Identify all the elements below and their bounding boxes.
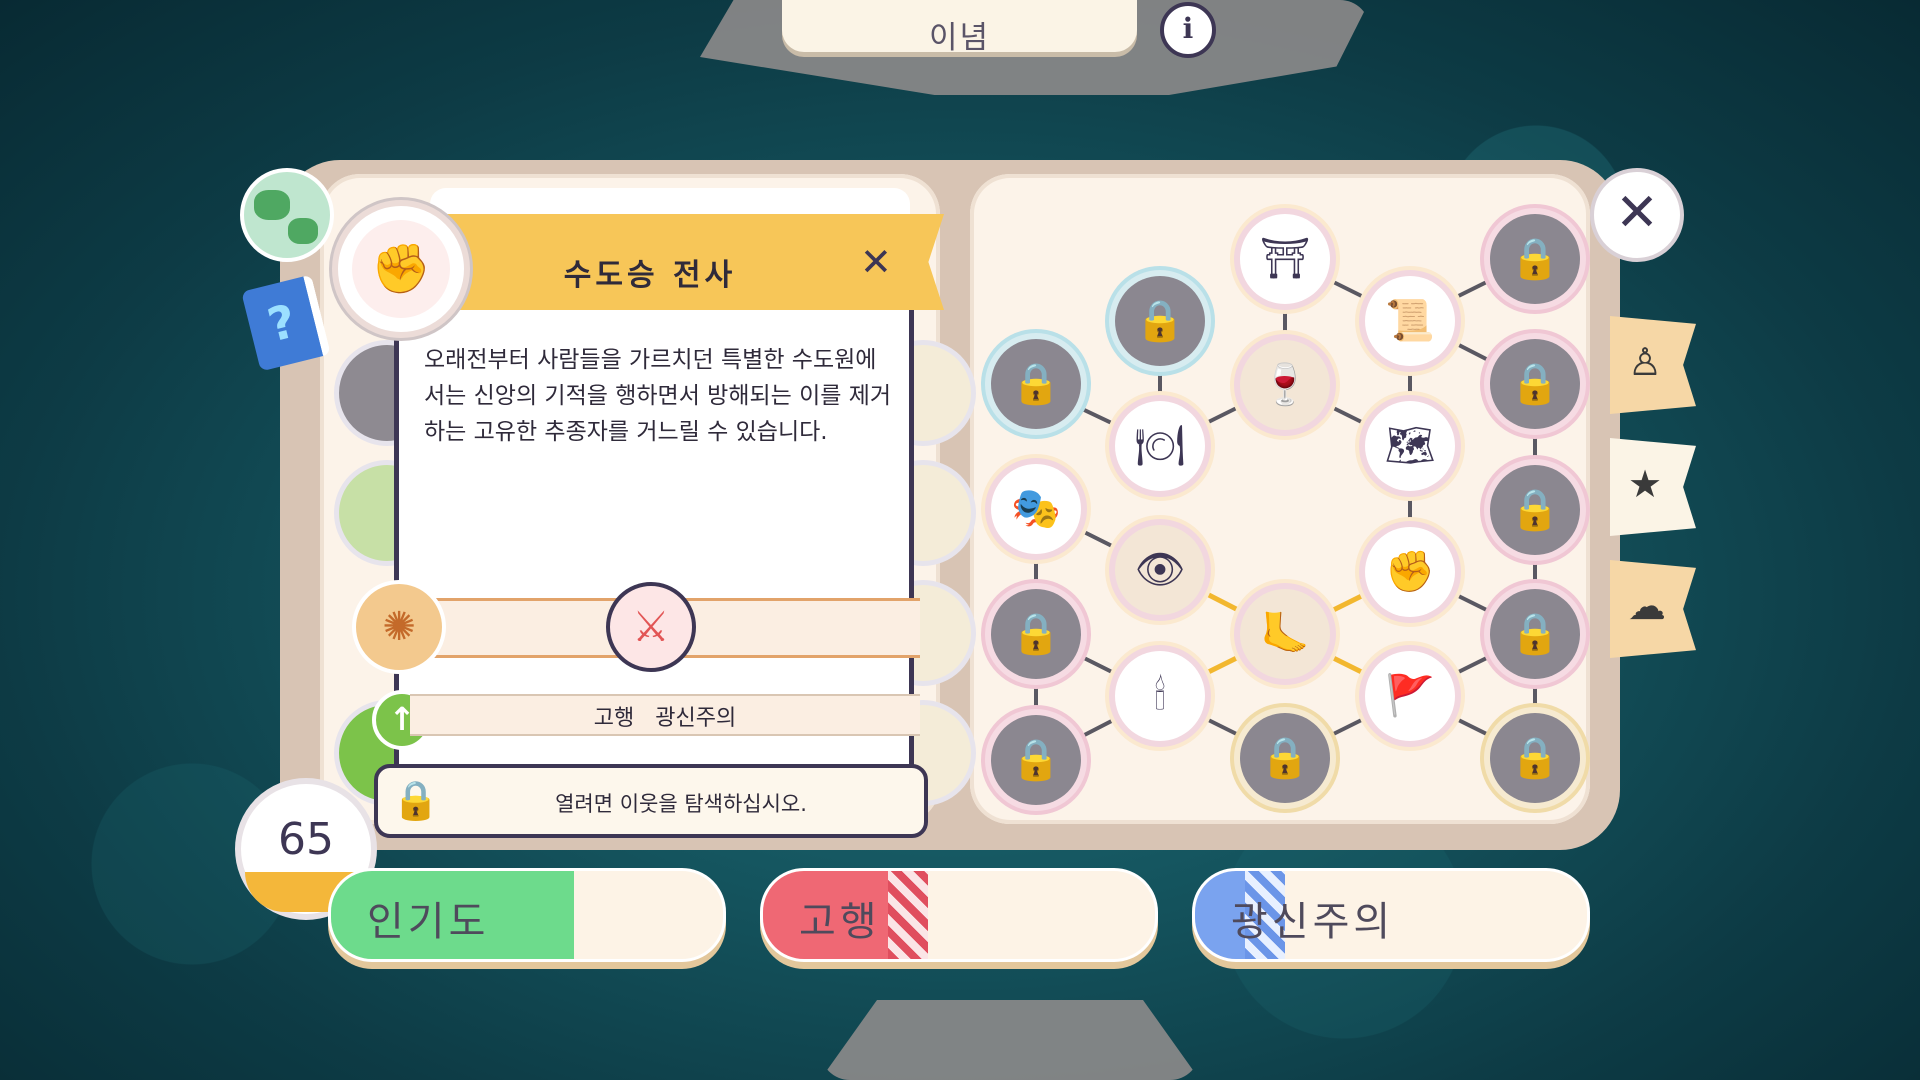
- info-icon[interactable]: i: [1160, 2, 1216, 58]
- lock-icon: 🔒: [1510, 611, 1560, 657]
- requirements-text: 고행 광신주의: [593, 706, 737, 731]
- close-icon[interactable]: ✕: [860, 240, 892, 284]
- eye-icon: 👁: [1134, 547, 1186, 593]
- ideology-title: 이념: [928, 20, 991, 56]
- banner-node[interactable]: 🚩: [1365, 651, 1455, 741]
- lock-icon: 🔒: [1510, 361, 1560, 407]
- unlock-hint-text: 열려면 이웃을 탐색하십시오.: [555, 792, 807, 816]
- island-bottom: [820, 1000, 1200, 1080]
- lock-icon: 🔒: [1510, 487, 1560, 533]
- banner-icon: 🚩: [1385, 673, 1435, 719]
- fist-node[interactable]: ✊: [1365, 527, 1455, 617]
- tab-saint[interactable]: ♙: [1610, 316, 1696, 414]
- lock-icon: 🔒: [1135, 298, 1185, 344]
- close-book-button[interactable]: ✕: [1590, 168, 1684, 262]
- globe-land: [288, 218, 318, 244]
- tablets-node[interactable]: 📜: [1365, 276, 1455, 366]
- globe-icon[interactable]: [240, 168, 334, 262]
- candle-node[interactable]: 🕯: [1115, 651, 1205, 741]
- asceticism-bar: 고행: [760, 868, 1158, 962]
- locked-skill-node[interactable]: 🔒: [991, 339, 1081, 429]
- detail-description: 오래전부터 사람들을 가르치던 특별한 수도원에서는 신앙의 기적을 행하면서 …: [424, 347, 892, 445]
- tab-weather[interactable]: ☁: [1610, 560, 1696, 658]
- map-star-node[interactable]: 🗺: [1365, 401, 1455, 491]
- tablets-icon: 📜: [1385, 298, 1435, 344]
- locked-skull-node[interactable]: 🔒: [991, 715, 1081, 805]
- popularity-bar: 인기도: [328, 868, 726, 962]
- shrine-node[interactable]: ⛩: [1240, 214, 1330, 304]
- pilgrim-foot-node[interactable]: 🦶: [1240, 589, 1330, 679]
- star-icon: ★: [1628, 462, 1663, 506]
- locked-book-node[interactable]: 🔒: [1490, 339, 1580, 429]
- fist-icon: ✊: [352, 220, 450, 318]
- map-icon: 🗺: [1384, 423, 1436, 469]
- crack-icon: ✺: [352, 580, 446, 674]
- mask-node[interactable]: 🎭: [991, 464, 1081, 554]
- lock-icon: 🔒: [1510, 236, 1560, 282]
- foot-icon: 🦶: [1260, 611, 1310, 657]
- locked-wings-node[interactable]: 🔒: [1490, 589, 1580, 679]
- saint-icon: ♙: [1628, 340, 1663, 384]
- globe-land: [254, 190, 290, 220]
- follower-count: 65: [278, 814, 334, 865]
- locked-shield-node[interactable]: 🔒: [1490, 465, 1580, 555]
- fanaticism-bar: 광신주의: [1192, 868, 1590, 962]
- fist-icon: ✊: [1385, 549, 1435, 595]
- locked-bowl-node[interactable]: 🔒: [991, 589, 1081, 679]
- stat-stripe: [888, 871, 928, 959]
- lock-icon: 🔒: [1011, 737, 1061, 783]
- asceticism-label: 고행: [799, 899, 881, 945]
- popularity-label: 인기도: [367, 899, 490, 945]
- plate-cross-icon: 🍽: [1134, 423, 1186, 469]
- monk-warrior-portrait: ✊: [332, 200, 470, 338]
- unlock-hint-bar: 🔒 열려면 이웃을 탐색하십시오.: [374, 764, 928, 838]
- crossed-swords-icon[interactable]: ⚔: [606, 582, 696, 672]
- crown-of-thorns-node[interactable]: 🔒: [1115, 276, 1205, 366]
- lock-icon: 🔒: [1011, 611, 1061, 657]
- all-seeing-eye-node[interactable]: 👁: [1115, 525, 1205, 615]
- candle-icon: 🕯: [1154, 673, 1166, 719]
- locked-statue-node[interactable]: 🔒: [1240, 713, 1330, 803]
- shrine-icon: ⛩: [1259, 236, 1311, 282]
- locked-sun-node[interactable]: 🔒: [1490, 713, 1580, 803]
- tab-star[interactable]: ★: [1610, 438, 1696, 536]
- lock-icon: 🔒: [1011, 361, 1061, 407]
- fasting-node[interactable]: 🍽: [1115, 401, 1205, 491]
- detail-title: 수도승 전사: [563, 258, 737, 293]
- lock-icon: 🔒: [1510, 735, 1560, 781]
- weather-icon: ☁: [1628, 584, 1666, 628]
- lock-icon: 🔒: [392, 778, 440, 822]
- lock-icon: 🔒: [1260, 735, 1310, 781]
- mask-icon: 🎭: [1011, 486, 1061, 532]
- ideology-title-tab[interactable]: 이념: [782, 0, 1137, 56]
- chalice-icon: 🍷: [1260, 362, 1310, 408]
- chalice-bread-node[interactable]: 🍷: [1240, 340, 1330, 430]
- fanaticism-label: 광신주의: [1231, 899, 1395, 945]
- locked-top-right-node[interactable]: 🔒: [1490, 214, 1580, 304]
